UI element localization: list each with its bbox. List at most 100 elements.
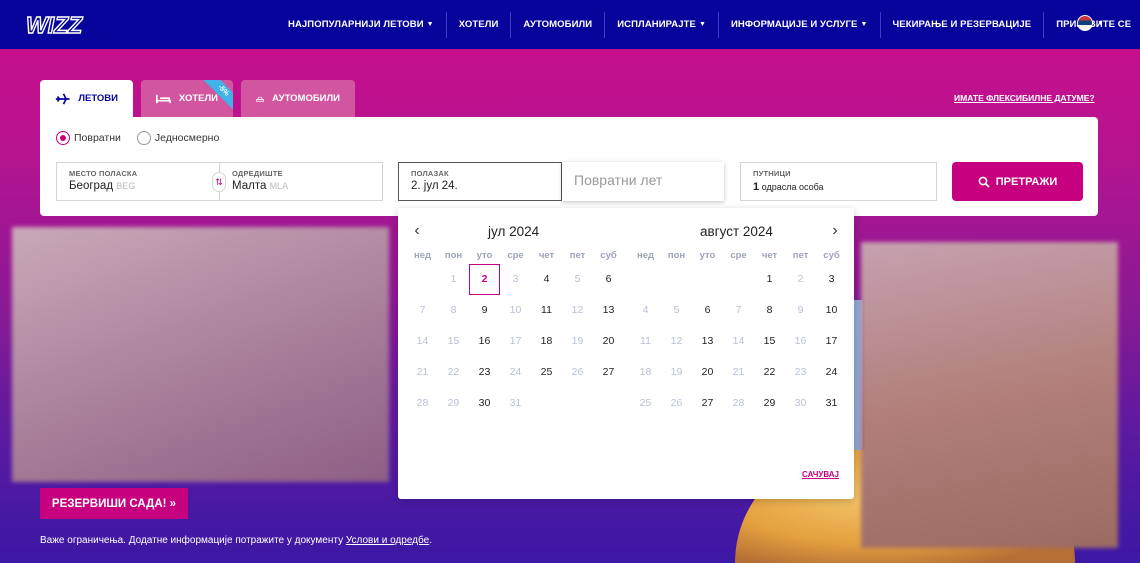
calendar-empty-cell (630, 264, 661, 295)
calendar-day: 16 (794, 335, 807, 347)
calendar-day[interactable]: 4 (531, 264, 562, 295)
calendar-week-row: 123456 (407, 264, 624, 295)
calendar-day: 12 (571, 304, 584, 316)
calendar-day-selected[interactable]: 2 (469, 264, 500, 295)
return-radio-label[interactable]: Повратни (74, 132, 121, 144)
nav-item-label: ЧЕКИРАЊЕ И РЕЗЕРВАЦИЈЕ (892, 19, 1032, 30)
calendar-day: 28 (416, 397, 429, 409)
passengers-field[interactable]: ПУТНИЦИ 1 одрасла особа (740, 162, 937, 201)
calendar-day[interactable]: 18 (531, 326, 562, 357)
save-dates-link[interactable]: САЧУВАЈ (802, 470, 839, 479)
nav-item-4[interactable]: ИНФОРМАЦИЈЕ И УСЛУГЕ ▼ (719, 12, 881, 38)
calendar-empty-cell (661, 264, 692, 295)
terms-note-text: Важе ограничења. Додатне информације пот… (40, 535, 346, 546)
calendar-day: 10 (509, 304, 522, 316)
calendar-day[interactable]: 20 (593, 326, 624, 357)
calendar-day[interactable]: 6 (692, 295, 723, 326)
calendar-week-row: 25 26 27 28 29 30 31 (630, 388, 847, 419)
calendar-day[interactable]: 11 (531, 295, 562, 326)
calendar-empty-cell (407, 264, 438, 295)
month-grid-right: нед пон уто сре чет пет суб 1 2 3 4 5 6 7 8 9 10 11 12 13 14… (630, 250, 847, 419)
calendar-day: 30 (794, 397, 807, 409)
origin-value: Београд (69, 180, 114, 192)
wizz-logo[interactable]: WIZZ (24, 10, 88, 40)
return-date-field[interactable]: Повратни лет (562, 162, 724, 201)
nav-item-2[interactable]: АУТОМОБИЛИ (511, 12, 606, 38)
calendar-empty-cell (562, 388, 593, 419)
passengers-field-label: ПУТНИЦИ (753, 169, 791, 178)
nav-item-5[interactable]: ЧЕКИРАЊЕ И РЕЗЕРВАЦИЈЕ (881, 12, 1045, 38)
calendar-day[interactable]: 16 (469, 326, 500, 357)
tab-cars-label: АУТОМОБИЛИ (272, 93, 340, 104)
calendar-day[interactable]: 17 (816, 326, 847, 357)
weekday-label: пон (444, 250, 463, 261)
nav-item-3[interactable]: ИСПЛАНИРАЈТЕ ▼ (605, 12, 719, 38)
calendar-day[interactable]: 29 (754, 388, 785, 419)
calendar-day[interactable]: 31 (816, 388, 847, 419)
calendar-day[interactable]: 25 (531, 357, 562, 388)
search-button-label: ПРЕТРАЖИ (995, 175, 1058, 188)
return-radio[interactable] (56, 131, 70, 145)
tab-cars[interactable]: АУТОМОБИЛИ (241, 80, 355, 117)
oneway-radio-label[interactable]: Једносмерно (155, 132, 219, 144)
calendar-week-row: 18 19 20 21 22 23 24 (630, 357, 847, 388)
language-selector[interactable]: ▼ (1077, 15, 1104, 31)
car-icon (256, 96, 265, 102)
calendar-day[interactable]: 6 (593, 264, 624, 295)
calendar-day[interactable]: 13 (593, 295, 624, 326)
calendar-day[interactable]: 9 (469, 295, 500, 326)
destination-code: MLA (269, 181, 289, 191)
weekday-label: уто (476, 250, 493, 261)
calendar-week-row: 14 15 16 17 18 19 20 (407, 326, 624, 357)
calendar-day[interactable]: 27 (692, 388, 723, 419)
month-grid-left: нед пон уто сре чет пет суб 1 2 3 4 5 6 7 8 9 10 11 12 13 14… (407, 250, 624, 419)
nav-item-1[interactable]: ХОТЕЛИ (447, 12, 512, 38)
calendar-day: 21 (416, 366, 429, 378)
departure-value: 2. јул 24. (411, 180, 458, 192)
weekday-header: нед пон уто сре чет пет суб (630, 250, 847, 264)
destination-value: Малта (232, 180, 267, 192)
calendar-day: 26 (571, 366, 584, 378)
previous-month-button[interactable]: ‹ (408, 222, 426, 240)
calendar-week-row: 4 5 6 7 8 9 10 (630, 295, 847, 326)
tab-flights[interactable]: ЛЕТОВИ (40, 80, 133, 117)
calendar-day: 1 (450, 273, 457, 285)
oneway-radio[interactable] (136, 131, 151, 145)
terms-link[interactable]: Услови и одредбе (346, 535, 429, 546)
calendar-day[interactable]: 24 (816, 357, 847, 388)
calendar-day[interactable]: 30 (469, 388, 500, 419)
calendar-day: 28 (732, 397, 745, 409)
calendar-day: 17 (509, 335, 522, 347)
nav-item-0[interactable]: НАЈПОПУЛАРНИЈИ ЛЕТОВИ ▼ (276, 12, 447, 38)
origin-field[interactable]: МЕСТО ПОЛАСКА Београд BEG (56, 162, 220, 201)
calendar-day[interactable]: 3 (816, 264, 847, 295)
tab-hotels[interactable]: ХОТЕЛИ -5% (141, 80, 233, 117)
next-month-button[interactable]: › (826, 222, 844, 240)
departure-date-field[interactable]: ПОЛАЗАК 2. јул 24. (398, 162, 562, 201)
departure-field-label: ПОЛАЗАК (411, 169, 449, 178)
calendar-day[interactable]: 15 (754, 326, 785, 357)
blurred-promo-image-left (12, 227, 389, 482)
flexible-dates-link[interactable]: ИМАТЕ ФЛЕКСИБИЛНЕ ДАТУМЕ? (954, 93, 1095, 103)
blurred-promo-image-right (861, 242, 1118, 548)
destination-field[interactable]: ОДРЕДИШТЕ Малта MLA (219, 162, 383, 201)
calendar-day[interactable]: 10 (816, 295, 847, 326)
calendar-day[interactable]: 22 (754, 357, 785, 388)
calendar-day[interactable]: 13 (692, 326, 723, 357)
book-now-button[interactable]: РЕЗЕРВИШИ САДА! » (40, 488, 188, 519)
calendar-empty-cell (692, 264, 723, 295)
calendar-day[interactable]: 1 (754, 264, 785, 295)
calendar-day[interactable]: 8 (754, 295, 785, 326)
weekday-label: суб (600, 250, 617, 261)
calendar-day[interactable]: 20 (692, 357, 723, 388)
search-button[interactable]: ПРЕТРАЖИ (952, 162, 1083, 201)
calendar-day: 21 (732, 366, 745, 378)
calendar-day: 29 (447, 397, 460, 409)
calendar-day: 19 (571, 335, 584, 347)
calendar-day[interactable]: 27 (593, 357, 624, 388)
calendar-day[interactable]: 23 (469, 357, 500, 388)
calendar-week-row: 21 22 23 24 25 26 27 (407, 357, 624, 388)
calendar-day: 5 (673, 304, 680, 316)
calendar-day: 14 (732, 335, 745, 347)
swap-route-button[interactable]: ⇅ (212, 172, 226, 192)
